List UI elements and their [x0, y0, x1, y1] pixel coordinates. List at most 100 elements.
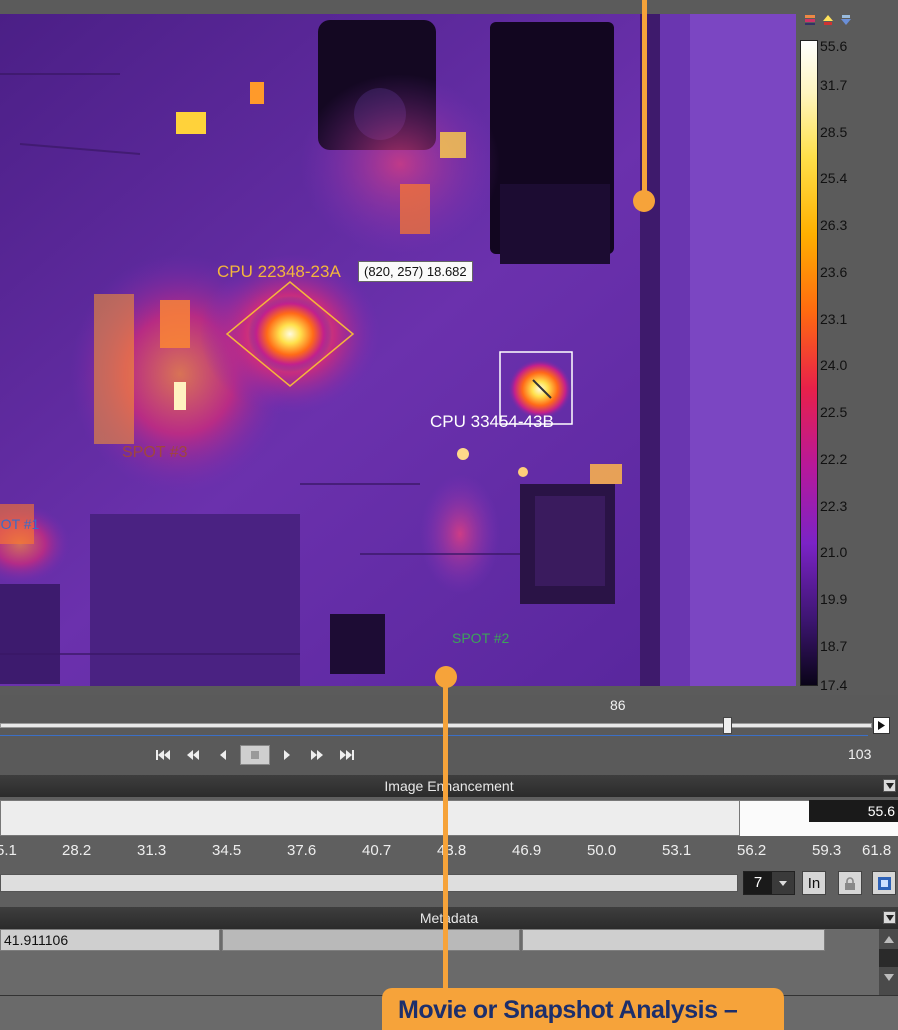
callout-marker	[633, 190, 655, 212]
axis-label: 61.8	[862, 842, 892, 859]
rewind-button[interactable]	[180, 745, 206, 765]
spot2-label: SPOT #2	[452, 630, 510, 646]
metadata-header[interactable]: Metadata	[0, 907, 898, 929]
scale-tick: 25.4	[820, 170, 848, 186]
skip-first-icon	[156, 750, 170, 760]
image-enhancement-panel: 55.6 5.1 28.2 31.3 34.5 37.6 40.7 43.8 4…	[0, 797, 898, 907]
fast-forward-icon	[311, 750, 323, 760]
callout-caption: Movie or Snapshot Analysis –	[382, 988, 784, 1030]
axis-label: 34.5	[212, 842, 242, 859]
axis-label: 40.7	[362, 842, 392, 859]
scale-tick: 19.9	[820, 591, 848, 607]
goto-end-button[interactable]	[873, 717, 890, 734]
scale-tick: 22.3	[820, 498, 848, 514]
play-button[interactable]	[274, 745, 300, 765]
lock-button[interactable]	[838, 871, 862, 895]
collapse-enhancement-button[interactable]	[883, 779, 896, 792]
current-frame-label: 86	[610, 697, 626, 713]
frame-slider-track[interactable]	[0, 723, 872, 728]
scale-tick: 31.7	[820, 77, 848, 93]
frame-slider-progress	[0, 735, 868, 736]
playback-bar: 86 103	[0, 695, 898, 775]
lock-icon	[845, 876, 855, 890]
callout-connector	[642, 0, 647, 196]
pixel-readout-tooltip: (820, 257) 18.682	[358, 261, 473, 282]
callout-text: Movie or Snapshot Analysis –	[398, 996, 738, 1024]
scale-tick: 23.6	[820, 264, 848, 280]
stop-icon	[251, 751, 259, 759]
enhancement-level-select[interactable]: 7	[743, 871, 795, 895]
axis-label: 28.2	[62, 842, 92, 859]
axis-label: 46.9	[512, 842, 542, 859]
spot1-label: SPOT #1	[0, 516, 40, 532]
enhancement-level-value: 7	[753, 874, 763, 891]
step-back-button[interactable]	[210, 745, 236, 765]
image-enhancement-header[interactable]: Image Enhancement	[0, 775, 898, 797]
scale-tick: 23.1	[820, 311, 848, 327]
temperature-scale-bar	[800, 40, 818, 686]
scale-tick: 55.6	[820, 38, 848, 54]
play-end-icon	[878, 721, 885, 730]
image-enhancement-title: Image Enhancement	[384, 778, 514, 794]
thermal-viewer: CPU 22348-23A CPU 33454-43B SPOT #3 SPOT…	[0, 0, 898, 695]
axis-label: 5.1	[0, 842, 17, 859]
scale-tick: 17.4	[820, 677, 848, 693]
callout-marker	[435, 666, 457, 688]
axis-label: 53.1	[662, 842, 692, 859]
zoom-in-button[interactable]: In	[802, 871, 826, 895]
metadata-cell[interactable]	[522, 929, 825, 951]
chevron-down-icon	[885, 914, 894, 921]
palette-select-icon[interactable]	[804, 14, 816, 26]
scroll-up-icon[interactable]	[879, 929, 898, 949]
palette-up-icon[interactable]	[822, 14, 834, 26]
fast-forward-button[interactable]	[304, 745, 330, 765]
stop-button[interactable]	[240, 745, 270, 765]
axis-label: 31.3	[137, 842, 167, 859]
skip-last-icon	[340, 750, 354, 760]
scale-tick: 21.0	[820, 544, 848, 560]
total-frames-label: 103	[848, 746, 872, 762]
scroll-down-icon[interactable]	[879, 967, 898, 987]
chevron-down-icon	[885, 782, 894, 789]
step-back-icon	[220, 750, 226, 760]
metadata-title: Metadata	[419, 910, 479, 926]
scale-tick: 28.5	[820, 124, 848, 140]
axis-label: 59.3	[812, 842, 842, 859]
callout-connector	[443, 677, 448, 997]
metadata-cell[interactable]: 41.911106	[0, 929, 220, 951]
axis-label: 37.6	[287, 842, 317, 859]
cpu-b-label: CPU 33454-43B	[430, 412, 554, 431]
axis-label: 56.2	[737, 842, 767, 859]
axis-label: 43.8	[437, 842, 467, 859]
cpu-a-label: CPU 22348-23A	[217, 262, 341, 281]
scale-tick: 22.2	[820, 451, 848, 467]
dropdown-arrow-icon[interactable]	[772, 872, 794, 894]
first-frame-button[interactable]	[150, 745, 176, 765]
metadata-scrollbar[interactable]	[879, 929, 898, 995]
play-icon	[284, 750, 290, 760]
scale-tick: 18.7	[820, 638, 848, 654]
max-value-field[interactable]: 55.6	[809, 800, 898, 822]
axis-label: 50.0	[587, 842, 617, 859]
metadata-cell[interactable]	[222, 929, 520, 951]
rewind-icon	[187, 750, 199, 760]
scale-tick: 26.3	[820, 217, 848, 233]
scale-tick: 24.0	[820, 357, 848, 373]
last-frame-button[interactable]	[334, 745, 360, 765]
export-icon	[877, 876, 891, 890]
enhancement-range-field[interactable]	[0, 874, 738, 892]
frame-slider-thumb[interactable]	[723, 717, 732, 734]
zoom-in-label: In	[807, 874, 821, 892]
collapse-metadata-button[interactable]	[883, 911, 896, 924]
export-button[interactable]	[872, 871, 896, 895]
enhancement-axis: 5.1 28.2 31.3 34.5 37.6 40.7 43.8 46.9 5…	[0, 840, 898, 866]
palette-down-icon[interactable]	[840, 14, 852, 26]
scale-tick: 22.5	[820, 404, 848, 420]
thermal-image-graphic	[0, 14, 796, 686]
scroll-thumb[interactable]	[879, 949, 898, 967]
temperature-scale-ticks: 55.6 31.7 28.5 25.4 26.3 23.6 23.1 24.0 …	[820, 32, 898, 693]
transport-controls	[150, 744, 360, 766]
thermal-image[interactable]: CPU 22348-23A CPU 33454-43B SPOT #3 SPOT…	[0, 14, 796, 686]
histogram-area[interactable]	[0, 800, 740, 836]
spot3-label: SPOT #3	[122, 444, 188, 461]
